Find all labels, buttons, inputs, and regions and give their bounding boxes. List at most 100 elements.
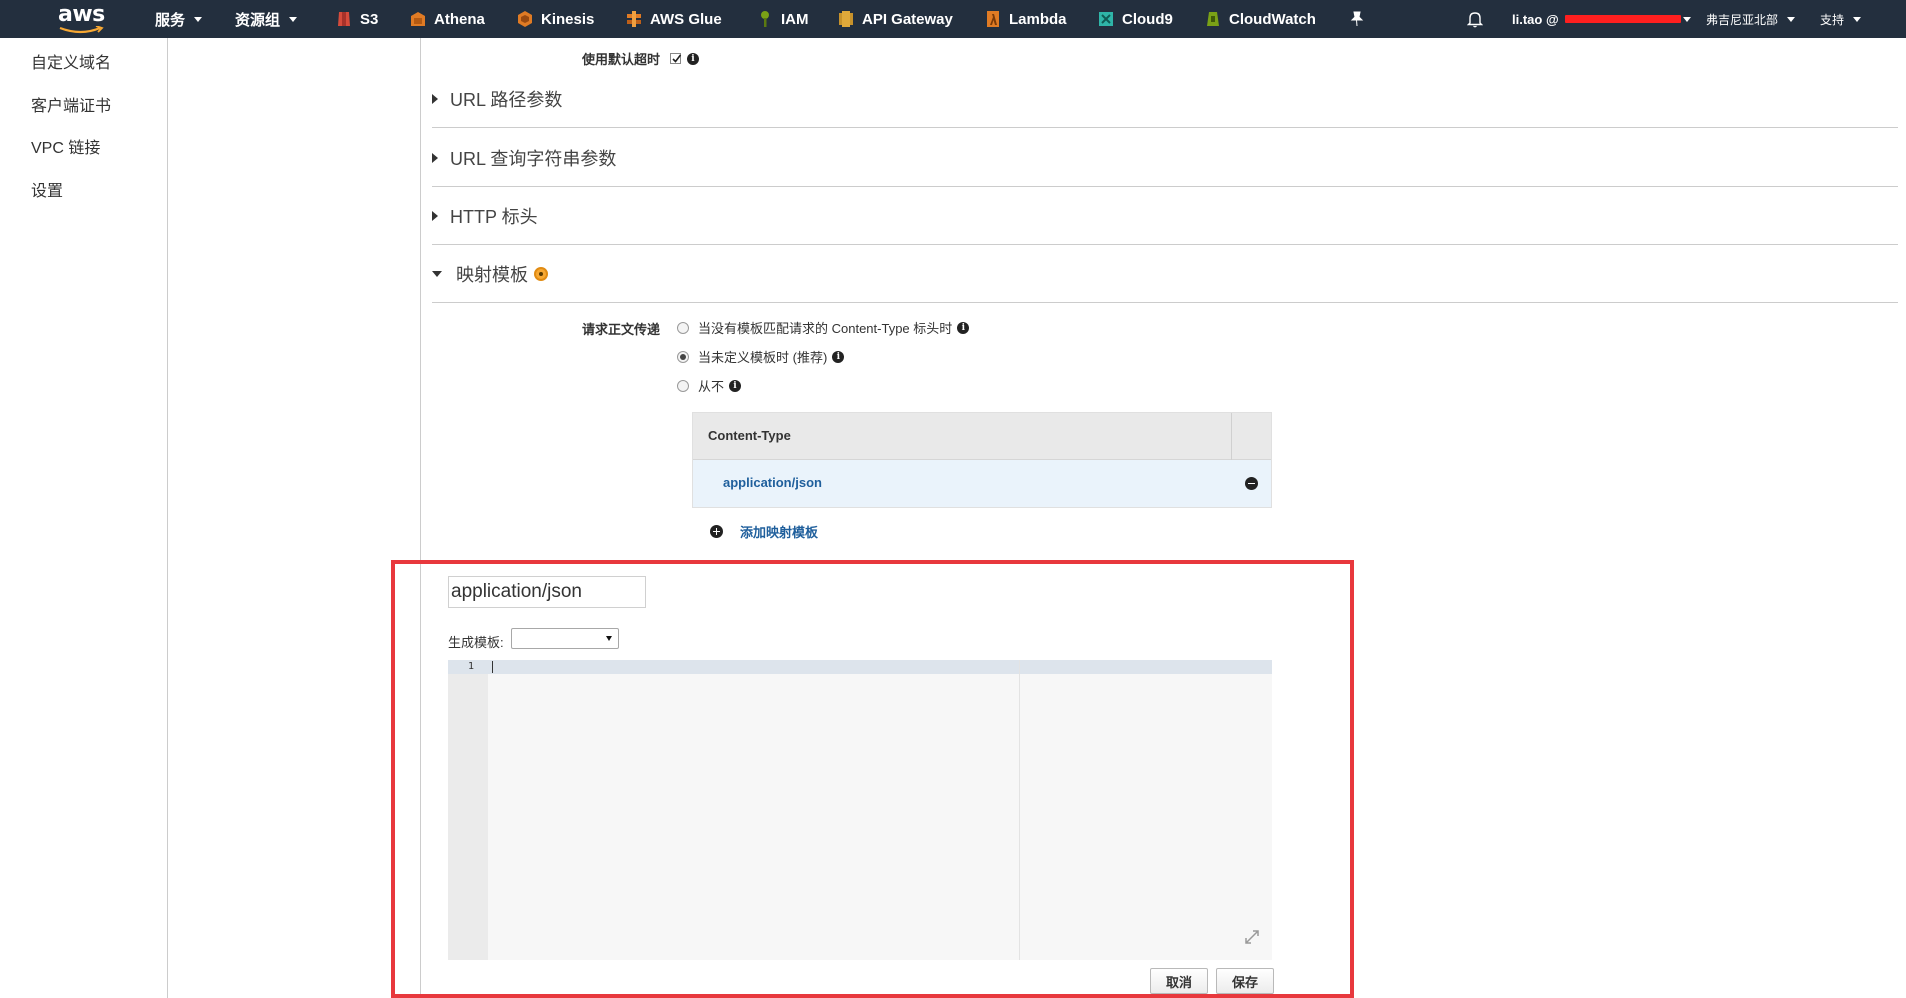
sidebar-item-custom-domain-names[interactable]: 自定义域名	[31, 49, 111, 73]
pin-label: IAM	[781, 10, 809, 28]
add-mapping-template-label: 添加映射模板	[740, 525, 819, 540]
passthrough-label: 请求正文传递	[582, 322, 661, 337]
chevron-down-icon	[1853, 16, 1862, 22]
services-label: 服务	[155, 11, 186, 29]
support-menu[interactable]: 支持	[1820, 0, 1862, 38]
section-url-query-params[interactable]: URL 查询字符串参数	[432, 129, 1898, 187]
content-type-link[interactable]: application/json	[723, 475, 822, 490]
dropdown-arrow-icon	[606, 636, 612, 641]
pin-api-gateway[interactable]: API Gateway	[838, 0, 953, 38]
lambda-icon	[987, 11, 999, 27]
athena-icon	[411, 12, 425, 26]
account-menu[interactable]: li.tao @	[1512, 0, 1691, 38]
sidebar-item-vpc-links[interactable]: VPC 链接	[31, 134, 100, 158]
table-row[interactable]: application/json	[693, 460, 1271, 507]
warning-dot-icon	[534, 266, 548, 281]
resource-groups-menu[interactable]: 资源组	[235, 0, 298, 38]
bell-icon	[1467, 12, 1483, 28]
sidebar: 自定义域名 客户端证书 VPC 链接 设置	[0, 38, 168, 998]
line-number: 1	[468, 661, 475, 672]
account-username: li.tao @	[1512, 11, 1559, 27]
aws-logo[interactable]: aws	[58, 2, 105, 34]
chevron-down-icon	[289, 16, 298, 22]
section-title: URL 查询字符串参数	[450, 148, 617, 169]
kinesis-icon	[518, 11, 532, 27]
section-title: 映射模板	[456, 264, 528, 285]
section-mapping-templates[interactable]: 映射模板	[432, 245, 1898, 303]
notifications-button[interactable]	[1467, 0, 1483, 38]
radio-button-selected[interactable]	[677, 350, 689, 363]
expand-arrow-icon	[432, 152, 438, 163]
expand-arrow-icon	[432, 93, 438, 104]
remove-icon[interactable]	[1245, 477, 1258, 490]
support-label: 支持	[1820, 12, 1845, 27]
pin-label: API Gateway	[862, 10, 953, 28]
chevron-down-icon	[1682, 16, 1691, 22]
pin-s3[interactable]: S3	[336, 0, 378, 38]
pin-cloudwatch[interactable]: CloudWatch	[1205, 0, 1316, 38]
template-code-editor[interactable]: 1	[448, 660, 1272, 960]
services-menu[interactable]: 服务	[155, 0, 203, 38]
passthrough-option-when-no-templates[interactable]: 当未定义模板时 (推荐) i	[677, 347, 845, 366]
text-cursor	[492, 661, 493, 673]
cancel-button[interactable]: 取消	[1150, 968, 1208, 994]
aws-smile-icon	[59, 26, 104, 34]
radio-label: 从不	[698, 379, 725, 394]
pin-aws-glue[interactable]: AWS Glue	[626, 0, 722, 38]
default-timeout-checkbox[interactable]	[670, 53, 682, 64]
editor-gutter	[448, 660, 488, 960]
content-type-input[interactable]	[448, 576, 646, 608]
redacted-account-id	[1564, 15, 1681, 23]
resource-groups-label: 资源组	[235, 11, 281, 29]
add-mapping-template-button[interactable]: 添加映射模板	[710, 522, 818, 541]
pin-label: Athena	[434, 10, 485, 28]
info-icon[interactable]: i	[832, 350, 845, 363]
info-icon[interactable]: i	[687, 52, 700, 65]
sidebar-item-client-certificates[interactable]: 客户端证书	[31, 92, 111, 116]
pin-cloud9[interactable]: Cloud9	[1098, 0, 1173, 38]
add-icon	[710, 525, 723, 538]
glue-icon	[627, 11, 641, 27]
generate-template-select[interactable]	[511, 628, 619, 649]
sidebar-item-settings[interactable]: 设置	[31, 177, 63, 201]
passthrough-option-never[interactable]: 从不 i	[677, 376, 742, 395]
radio-label: 当未定义模板时 (推荐)	[698, 350, 828, 365]
pin-lambda[interactable]: Lambda	[985, 0, 1067, 38]
default-timeout-label: 使用默认超时	[582, 52, 661, 67]
radio-button[interactable]	[677, 321, 689, 334]
pin-label: S3	[360, 10, 379, 28]
chevron-down-icon	[194, 16, 203, 22]
radio-label: 当没有模板匹配请求的 Content-Type 标头时	[698, 321, 953, 336]
column-header-content-type: Content-Type	[708, 428, 791, 443]
table-header: Content-Type	[693, 413, 1271, 460]
save-button[interactable]: 保存	[1216, 968, 1274, 994]
passthrough-option-when-no-match[interactable]: 当没有模板匹配请求的 Content-Type 标头时 i	[677, 318, 970, 337]
generate-template-label: 生成模板:	[448, 635, 504, 650]
pin-label: Cloud9	[1122, 10, 1173, 28]
fullscreen-expand-icon[interactable]	[1243, 928, 1261, 946]
section-title: HTTP 标头	[450, 206, 538, 227]
pin-label: CloudWatch	[1229, 10, 1316, 28]
cloudwatch-icon	[1207, 12, 1219, 26]
pin-label: AWS Glue	[650, 10, 722, 28]
info-icon[interactable]: i	[729, 379, 742, 392]
pin-label: Kinesis	[541, 10, 595, 28]
checkmark-icon	[672, 54, 682, 63]
radio-button[interactable]	[677, 379, 689, 392]
section-http-headers[interactable]: HTTP 标头	[432, 187, 1898, 245]
section-url-path-params[interactable]: URL 路径参数	[432, 70, 1898, 128]
iam-icon	[761, 11, 769, 27]
pin-kinesis[interactable]: Kinesis	[517, 0, 594, 38]
info-icon[interactable]: i	[957, 321, 970, 334]
api-gateway-icon	[839, 11, 853, 27]
region-menu[interactable]: 弗吉尼亚北部	[1706, 0, 1796, 38]
pin-iam[interactable]: IAM	[757, 0, 809, 38]
active-line-highlight	[448, 660, 1272, 674]
top-navigation-bar: aws 服务 资源组 S3 Athena Kinesis AWS Glue IA…	[0, 0, 1906, 38]
region-label: 弗吉尼亚北部	[1706, 12, 1779, 27]
pin-athena[interactable]: Athena	[410, 0, 485, 38]
pin-label: Lambda	[1009, 10, 1067, 28]
content-type-table: Content-Type application/json	[692, 412, 1272, 508]
pin-edit-button[interactable]	[1350, 0, 1364, 38]
pushpin-icon	[1350, 11, 1364, 27]
